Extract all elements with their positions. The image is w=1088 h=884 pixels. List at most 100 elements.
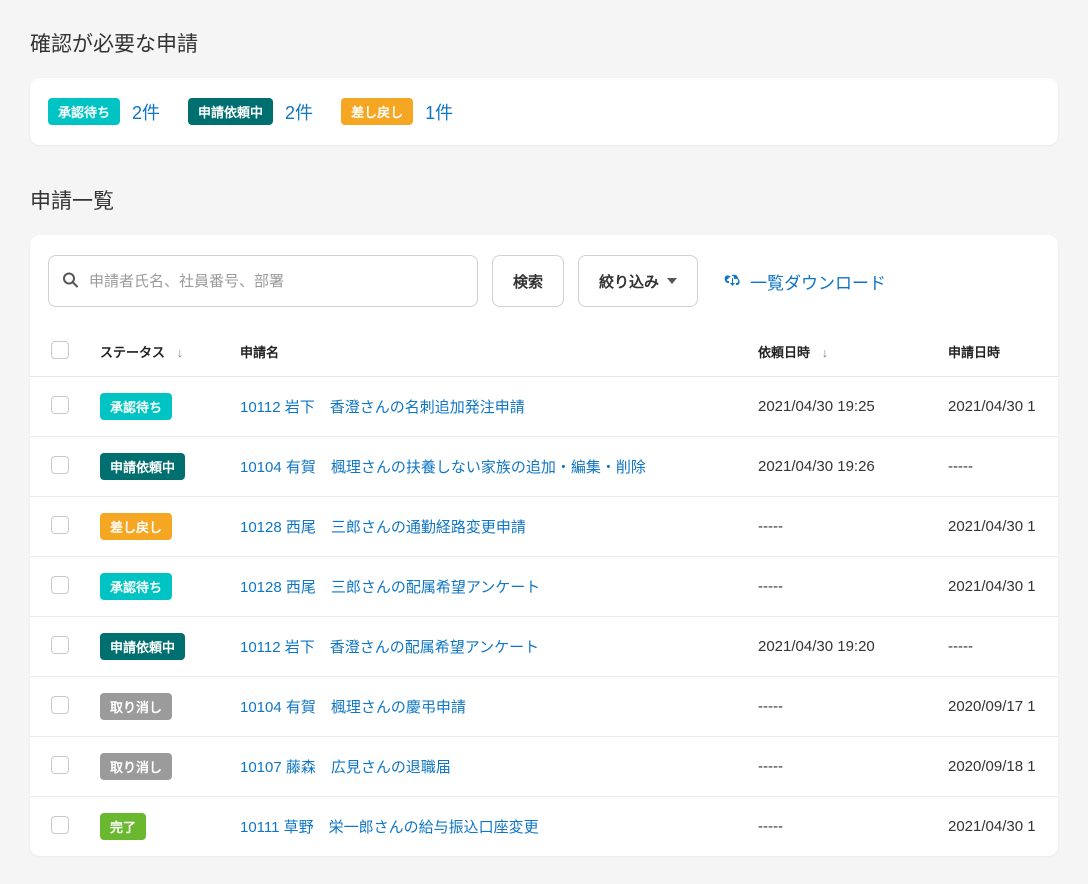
header-name[interactable]: 申請名	[230, 327, 748, 377]
row-requested-cell: -----	[748, 557, 938, 617]
row-checkbox[interactable]	[51, 756, 69, 774]
row-applied-cell: 2020/09/18 1	[938, 737, 1058, 797]
sort-arrow-icon: ↓	[177, 345, 184, 360]
header-check	[30, 327, 90, 377]
row-name-cell: 10112 岩下 香澄さんの配属希望アンケート	[230, 617, 748, 677]
row-status-cell: 取り消し	[90, 677, 230, 737]
summary-item-approval[interactable]: 承認待ち 2件	[48, 98, 160, 125]
list-title: 申請一覧	[30, 185, 1058, 215]
row-name-cell: 10111 草野 栄一郎さんの給与振込口座変更	[230, 797, 748, 857]
row-status-cell: 完了	[90, 797, 230, 857]
application-link[interactable]: 10111 草野 栄一郎さんの給与振込口座変更	[240, 819, 539, 836]
application-link[interactable]: 10107 藤森 広見さんの退職届	[240, 759, 451, 776]
status-badge: 完了	[100, 813, 146, 840]
row-status-cell: 取り消し	[90, 737, 230, 797]
row-check-cell	[30, 377, 90, 437]
application-link[interactable]: 10128 西尾 三郎さんの通勤経路変更申請	[240, 519, 526, 536]
application-link[interactable]: 10112 岩下 香澄さんの配属希望アンケート	[240, 639, 539, 656]
search-button[interactable]: 検索	[492, 255, 564, 307]
summary-count[interactable]: 1件	[425, 99, 453, 125]
row-check-cell	[30, 617, 90, 677]
row-requested-cell: 2021/04/30 19:25	[748, 377, 938, 437]
row-applied-cell: 2021/04/30 1	[938, 497, 1058, 557]
table-row[interactable]: 承認待ち 10128 西尾 三郎さんの配属希望アンケート -----2021/04/…	[30, 557, 1058, 617]
filter-button[interactable]: 絞り込み	[578, 255, 698, 307]
row-check-cell	[30, 677, 90, 737]
row-requested-cell: -----	[748, 497, 938, 557]
row-applied-cell: 2021/04/30 1	[938, 377, 1058, 437]
row-status-cell: 承認待ち	[90, 377, 230, 437]
row-name-cell: 10128 西尾 三郎さんの配属希望アンケート	[230, 557, 748, 617]
status-badge: 承認待ち	[100, 573, 172, 600]
summary-count[interactable]: 2件	[285, 99, 313, 125]
row-checkbox[interactable]	[51, 696, 69, 714]
row-checkbox[interactable]	[51, 396, 69, 414]
cloud-download-icon	[722, 271, 742, 292]
row-status-cell: 申請依頼中	[90, 437, 230, 497]
row-checkbox[interactable]	[51, 636, 69, 654]
summary-item-rejected[interactable]: 差し戻し 1件	[341, 98, 453, 125]
applications-table: ステータス ↓ 申請名 依頼日時 ↓ 申請日時 承認待ち 10112 岩下 香澄さ…	[30, 327, 1058, 856]
row-check-cell	[30, 437, 90, 497]
status-badge: 申請依頼中	[100, 633, 185, 660]
row-applied-cell: 2021/04/30 1	[938, 797, 1058, 857]
row-name-cell: 10107 藤森 広見さんの退職届	[230, 737, 748, 797]
status-badge: 承認待ち	[48, 98, 120, 125]
download-link[interactable]: 一覧ダウンロード	[722, 269, 886, 294]
row-applied-cell: 2020/09/17 1	[938, 677, 1058, 737]
table-row[interactable]: 申請依頼中 10112 岩下 香澄さんの配属希望アンケート 2021/04/30 1…	[30, 617, 1058, 677]
row-checkbox[interactable]	[51, 516, 69, 534]
download-link-label: 一覧ダウンロード	[750, 269, 886, 294]
row-name-cell: 10104 有賀 楓理さんの慶弔申請	[230, 677, 748, 737]
row-applied-cell: -----	[938, 617, 1058, 677]
row-requested-cell: 2021/04/30 19:20	[748, 617, 938, 677]
row-check-cell	[30, 557, 90, 617]
summary-count[interactable]: 2件	[132, 99, 160, 125]
row-requested-cell: -----	[748, 677, 938, 737]
application-link[interactable]: 10104 有賀 楓理さんの扶養しない家族の追加・編集・削除	[240, 459, 646, 476]
table-row[interactable]: 取り消し 10104 有賀 楓理さんの慶弔申請 -----2020/09/17 1	[30, 677, 1058, 737]
summary-card: 承認待ち 2件 申請依頼中 2件 差し戻し 1件	[30, 78, 1058, 145]
row-checkbox[interactable]	[51, 456, 69, 474]
row-check-cell	[30, 497, 90, 557]
header-requested-label: 依頼日時	[758, 345, 810, 360]
table-row[interactable]: 申請依頼中 10104 有賀 楓理さんの扶養しない家族の追加・編集・削除 2021/…	[30, 437, 1058, 497]
status-badge: 申請依頼中	[188, 98, 273, 125]
status-badge: 取り消し	[100, 753, 172, 780]
list-card: 検索 絞り込み 一覧ダウンロード	[30, 235, 1058, 856]
status-badge: 差し戻し	[100, 513, 172, 540]
table-row[interactable]: 差し戻し 10128 西尾 三郎さんの通勤経路変更申請 -----2021/04/3…	[30, 497, 1058, 557]
row-status-cell: 差し戻し	[90, 497, 230, 557]
row-applied-cell: 2021/04/30 1	[938, 557, 1058, 617]
header-requested[interactable]: 依頼日時 ↓	[748, 327, 938, 377]
header-applied[interactable]: 申請日時	[938, 327, 1058, 377]
table-row[interactable]: 完了 10111 草野 栄一郎さんの給与振込口座変更 -----2021/04/30…	[30, 797, 1058, 857]
row-checkbox[interactable]	[51, 816, 69, 834]
row-status-cell: 承認待ち	[90, 557, 230, 617]
row-requested-cell: 2021/04/30 19:26	[748, 437, 938, 497]
status-badge: 差し戻し	[341, 98, 413, 125]
status-badge: 申請依頼中	[100, 453, 185, 480]
table-row[interactable]: 取り消し10107 藤森 広見さんの退職届-----2020/09/18 1	[30, 737, 1058, 797]
chevron-down-icon	[667, 278, 677, 284]
row-applied-cell: -----	[938, 437, 1058, 497]
row-name-cell: 10104 有賀 楓理さんの扶養しない家族の追加・編集・削除	[230, 437, 748, 497]
row-name-cell: 10112 岩下 香澄さんの名刺追加発注申請	[230, 377, 748, 437]
search-wrap	[48, 255, 478, 307]
filter-button-label: 絞り込み	[599, 271, 659, 292]
application-link[interactable]: 10128 西尾 三郎さんの配属希望アンケート	[240, 579, 540, 596]
status-badge: 取り消し	[100, 693, 172, 720]
row-status-cell: 申請依頼中	[90, 617, 230, 677]
header-status[interactable]: ステータス ↓	[90, 327, 230, 377]
search-input[interactable]	[48, 255, 478, 307]
application-link[interactable]: 10112 岩下 香澄さんの名刺追加発注申請	[240, 399, 525, 416]
table-row[interactable]: 承認待ち 10112 岩下 香澄さんの名刺追加発注申請 2021/04/30 19:…	[30, 377, 1058, 437]
application-link[interactable]: 10104 有賀 楓理さんの慶弔申請	[240, 699, 466, 716]
summary-item-requesting[interactable]: 申請依頼中 2件	[188, 98, 313, 125]
header-status-label: ステータス	[100, 345, 165, 360]
row-requested-cell: -----	[748, 797, 938, 857]
row-name-cell: 10128 西尾 三郎さんの通勤経路変更申請	[230, 497, 748, 557]
row-check-cell	[30, 737, 90, 797]
select-all-checkbox[interactable]	[51, 341, 69, 359]
row-checkbox[interactable]	[51, 576, 69, 594]
